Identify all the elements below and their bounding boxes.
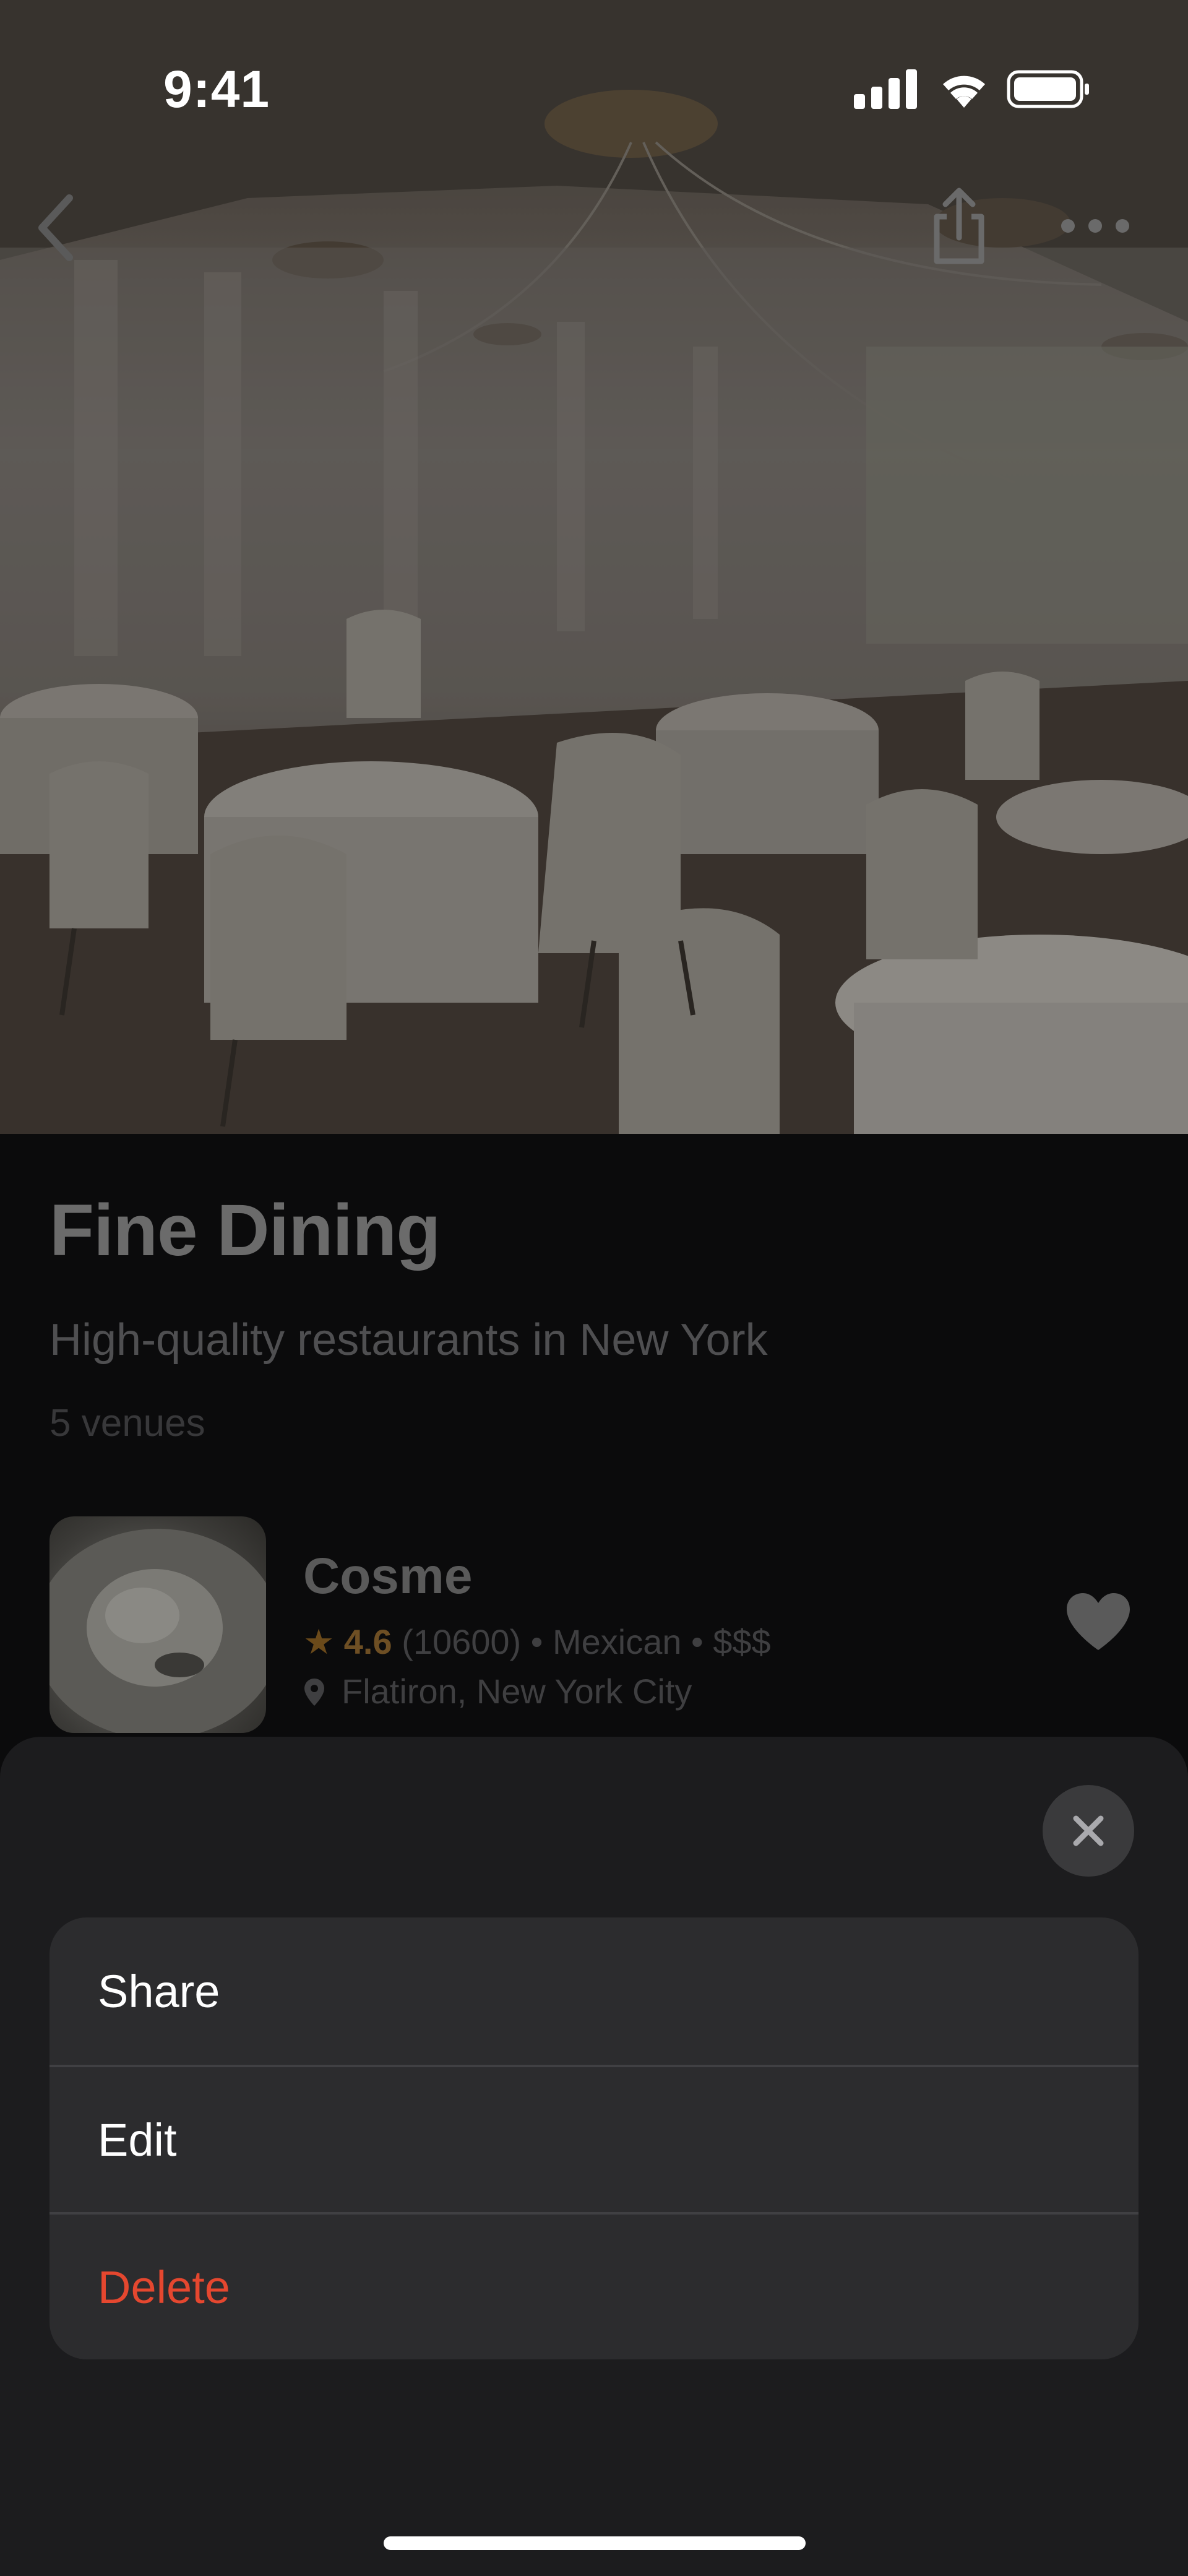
venue-reviews: (10600) <box>402 1622 522 1661</box>
home-indicator[interactable] <box>384 2536 806 2550</box>
share-action[interactable]: Share <box>50 1917 1138 2065</box>
venue-location: Flatiron, New York City <box>342 1672 692 1711</box>
meta-separator: • <box>530 1622 543 1661</box>
edit-action[interactable]: Edit <box>50 2065 1138 2212</box>
restaurant-interior-photo <box>0 0 1188 1134</box>
share-icon <box>934 188 984 264</box>
close-icon <box>1073 1815 1104 1846</box>
more-icon <box>1061 219 1129 233</box>
status-icons <box>854 67 1089 110</box>
status-time: 9:41 <box>163 60 270 118</box>
venue-count: 5 venues <box>50 1402 205 1445</box>
venue-meta: ★ 4.6 (10600) • Mexican • $$$ <box>303 1622 771 1662</box>
venue-price: $$$ <box>713 1622 771 1661</box>
back-chevron-icon <box>38 194 73 261</box>
list-title: Fine Dining <box>50 1190 441 1271</box>
venue-rating: 4.6 <box>343 1622 392 1661</box>
more-button[interactable] <box>1058 210 1132 241</box>
close-button[interactable] <box>1043 1785 1134 1877</box>
share-button[interactable] <box>928 186 990 266</box>
action-sheet: Share Edit Delete <box>0 1737 1188 2576</box>
delete-action[interactable]: Delete <box>50 2212 1138 2359</box>
wifi-icon <box>943 76 985 108</box>
meta-separator: • <box>691 1622 704 1661</box>
venue-location-row: Flatiron, New York City <box>303 1671 692 1711</box>
hero-image <box>0 0 1188 1134</box>
list-description: High-quality restaurants in New York <box>50 1315 768 1365</box>
heart-icon <box>1067 1593 1130 1650</box>
venue-cuisine: Mexican <box>552 1622 682 1661</box>
action-menu: Share Edit Delete <box>50 1917 1138 2359</box>
venue-name: Cosme <box>303 1548 473 1604</box>
favorite-button[interactable] <box>1064 1591 1132 1653</box>
star-icon: ★ <box>303 1622 335 1661</box>
location-pin-icon <box>304 1679 324 1706</box>
cellular-signal-icon <box>854 69 917 109</box>
venue-thumbnail <box>50 1516 266 1733</box>
back-button[interactable] <box>31 191 80 265</box>
venue-row[interactable]: Cosme ★ 4.6 (10600) • Mexican • $$$ Flat… <box>50 1516 1138 1733</box>
battery-icon <box>1007 70 1089 108</box>
